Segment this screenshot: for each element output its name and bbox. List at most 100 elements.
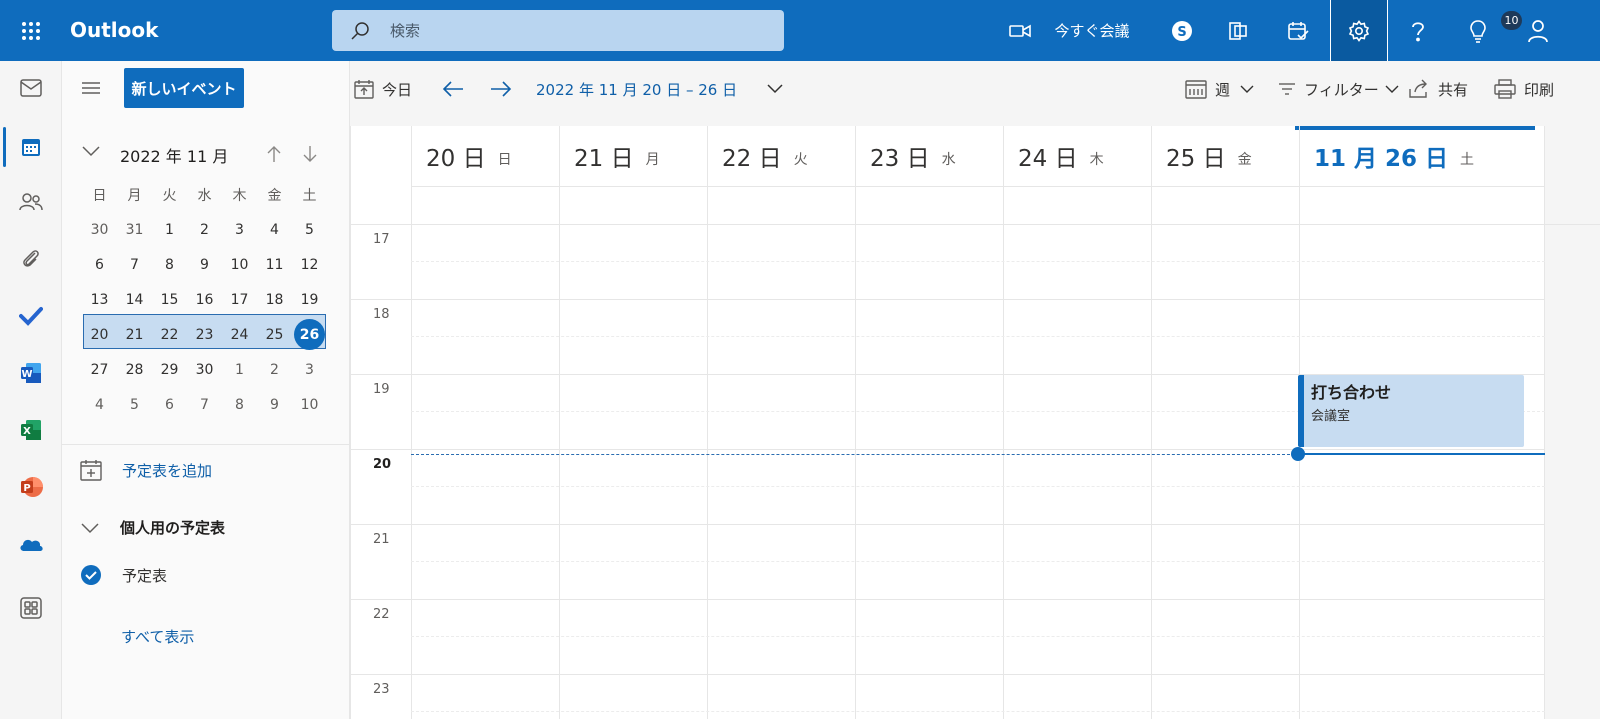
app-brand[interactable]: Outlook <box>70 18 158 42</box>
new-event-button[interactable]: 新しいイベント <box>124 68 244 108</box>
mini-calendar-day[interactable]: 5 <box>292 212 327 247</box>
mini-calendar-day[interactable]: 13 <box>82 282 117 317</box>
day-header[interactable]: 24 日木 <box>1003 126 1151 186</box>
day-header[interactable]: 21 日月 <box>559 126 707 186</box>
mini-calendar-day[interactable]: 17 <box>222 282 257 317</box>
date-range-picker[interactable]: 2022 年 11 月 20 日 – 26 日 <box>536 73 737 105</box>
mini-calendar-day[interactable]: 1 <box>222 352 257 387</box>
mini-calendar-day[interactable]: 24 <box>222 317 257 352</box>
mini-calendar-day[interactable]: 6 <box>152 387 187 422</box>
mini-calendar-day[interactable]: 29 <box>152 352 187 387</box>
day-header[interactable]: 11 月 26 日土 <box>1299 126 1545 186</box>
mini-calendar-day[interactable]: 9 <box>187 247 222 282</box>
hour-line <box>351 299 1545 300</box>
mini-calendar-day[interactable]: 31 <box>117 212 152 247</box>
add-calendar-button[interactable]: 予定表を追加 <box>80 457 212 483</box>
mail-icon[interactable] <box>0 63 62 113</box>
video-icon[interactable] <box>1004 0 1036 61</box>
mini-calendar-day[interactable]: 20 <box>82 317 117 352</box>
todo-icon[interactable] <box>0 291 62 341</box>
mini-calendar-day[interactable]: 22 <box>152 317 187 352</box>
arrow-up-icon[interactable] <box>266 145 282 163</box>
mini-calendar-day[interactable]: 25 <box>257 317 292 352</box>
powerpoint-icon[interactable]: P <box>0 462 62 512</box>
half-hour-line <box>411 486 1545 487</box>
person-icon[interactable] <box>1520 0 1556 61</box>
next-week-button[interactable] <box>490 73 512 105</box>
mini-calendar-day[interactable]: 2 <box>257 352 292 387</box>
mini-calendar-day[interactable]: 15 <box>152 282 187 317</box>
mini-calendar-day[interactable]: 30 <box>82 212 117 247</box>
chevron-down-icon[interactable] <box>82 145 100 157</box>
view-switcher[interactable]: 週 <box>1185 73 1254 105</box>
lightbulb-icon[interactable] <box>1460 0 1496 61</box>
skype-icon[interactable]: S <box>1166 0 1198 61</box>
attachment-icon[interactable] <box>0 234 62 284</box>
mini-calendar-day[interactable]: 1 <box>152 212 187 247</box>
mini-calendar-today[interactable]: 26 <box>294 319 325 350</box>
day-header[interactable]: 20 日日 <box>411 126 559 186</box>
mini-calendar-day[interactable]: 12 <box>292 247 327 282</box>
mini-calendar-weekday: 金 <box>267 187 282 204</box>
arrow-down-icon[interactable] <box>302 145 318 163</box>
date-range-dropdown[interactable] <box>766 73 784 105</box>
filter-button[interactable]: フィルター <box>1278 73 1399 105</box>
mini-calendar-day[interactable]: 9 <box>257 387 292 422</box>
mini-calendar-day[interactable]: 5 <box>117 387 152 422</box>
calendar-event[interactable]: 打ち合わせ 会議室 <box>1298 375 1524 447</box>
excel-icon[interactable]: X <box>0 405 62 455</box>
mini-calendar-day[interactable]: 28 <box>117 352 152 387</box>
meet-now-button[interactable]: 今すぐ会議 <box>1044 0 1140 61</box>
word-icon[interactable]: W <box>0 348 62 398</box>
calendar-check-icon[interactable] <box>1282 0 1314 61</box>
previous-week-button[interactable] <box>442 73 464 105</box>
print-button[interactable]: 印刷 <box>1494 73 1554 105</box>
calendar-group-header[interactable]: 個人用の予定表 <box>80 517 225 538</box>
mini-calendar-day[interactable]: 21 <box>117 317 152 352</box>
mini-calendar-day[interactable]: 4 <box>82 387 117 422</box>
meet-now-label: 今すぐ会議 <box>1054 22 1130 40</box>
share-button[interactable]: 共有 <box>1408 73 1468 105</box>
search-input[interactable] <box>390 10 770 51</box>
mini-calendar-day[interactable]: 18 <box>257 282 292 317</box>
gear-icon[interactable] <box>1330 0 1388 61</box>
mini-calendar-day[interactable]: 16 <box>187 282 222 317</box>
mini-calendar-day[interactable]: 4 <box>257 212 292 247</box>
mini-calendar-day[interactable]: 7 <box>117 247 152 282</box>
mini-calendar-day[interactable]: 8 <box>222 387 257 422</box>
mini-calendar-day[interactable]: 10 <box>292 387 327 422</box>
search-box[interactable] <box>332 10 784 51</box>
app-launcher-icon[interactable] <box>14 14 48 48</box>
day-header[interactable]: 22 日火 <box>707 126 855 186</box>
day-header[interactable]: 25 日金 <box>1151 126 1299 186</box>
mini-calendar-day[interactable]: 3 <box>222 212 257 247</box>
mini-calendar-day[interactable]: 27 <box>82 352 117 387</box>
share-label: 共有 <box>1438 80 1469 99</box>
mini-calendar-day[interactable]: 3 <box>292 352 327 387</box>
day-header-weekday: 土 <box>1460 152 1475 168</box>
day-header[interactable]: 23 日水 <box>855 126 1003 186</box>
help-icon[interactable] <box>1400 0 1436 61</box>
mini-calendar-day[interactable]: 23 <box>187 317 222 352</box>
office-icon[interactable] <box>1222 0 1254 61</box>
mini-calendar-title[interactable]: 2022 年 11 月 <box>120 143 228 167</box>
mini-calendar-day[interactable]: 8 <box>152 247 187 282</box>
mini-calendar-day[interactable]: 10 <box>222 247 257 282</box>
mini-calendar-weekday: 水 <box>197 187 212 204</box>
more-apps-icon[interactable] <box>0 583 62 633</box>
today-button[interactable]: 今日 <box>354 73 412 105</box>
people-icon[interactable] <box>0 177 62 227</box>
calendar-list-item[interactable]: 予定表 <box>80 564 167 586</box>
mini-calendar-day[interactable]: 14 <box>117 282 152 317</box>
mini-calendar-day[interactable]: 6 <box>82 247 117 282</box>
mini-calendar-day[interactable]: 11 <box>257 247 292 282</box>
onedrive-icon[interactable] <box>0 519 62 569</box>
show-all-link[interactable]: すべて表示 <box>121 626 194 647</box>
hour-line <box>351 524 1545 525</box>
mini-calendar-day[interactable]: 7 <box>187 387 222 422</box>
mini-calendar-day[interactable]: 30 <box>187 352 222 387</box>
hamburger-icon[interactable] <box>76 73 106 103</box>
mini-calendar-day[interactable]: 2 <box>187 212 222 247</box>
calendar-icon[interactable] <box>0 122 62 172</box>
mini-calendar-day[interactable]: 19 <box>292 282 327 317</box>
